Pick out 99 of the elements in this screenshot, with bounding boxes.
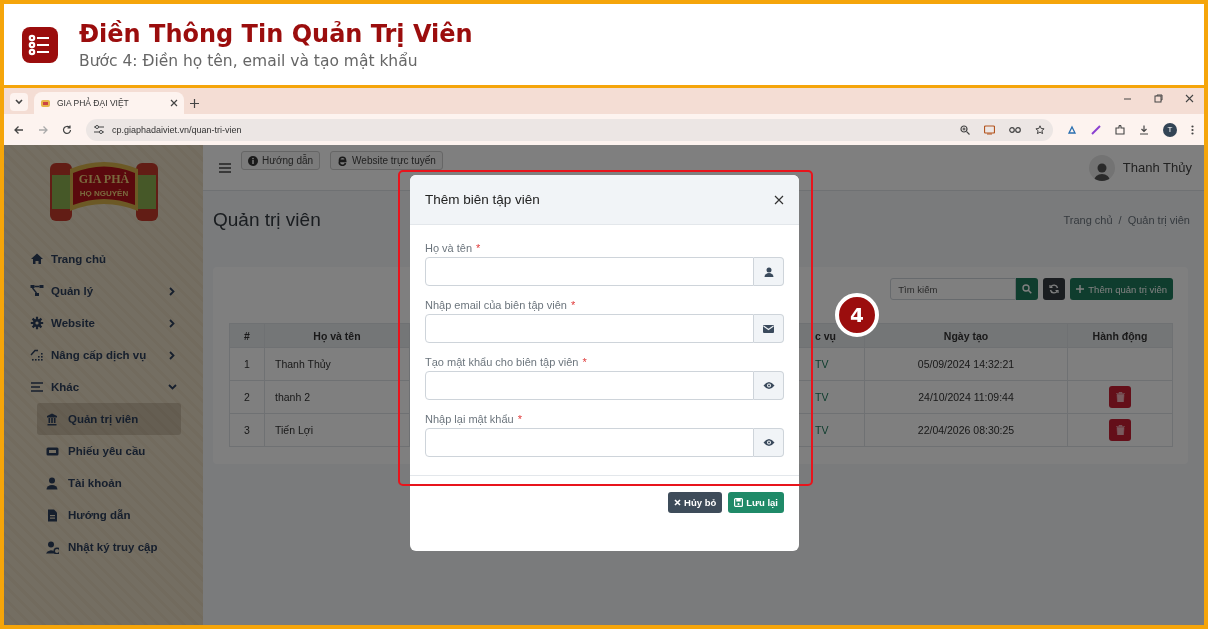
required-mark: *: [582, 356, 587, 368]
sidebar-item[interactable]: Nâng cấp dịch vụ: [4, 339, 203, 371]
pen-icon[interactable]: [1091, 124, 1101, 135]
table-cell: 1: [229, 347, 265, 381]
close-icon[interactable]: [1185, 94, 1194, 103]
restore-icon[interactable]: [1154, 94, 1163, 103]
eye-icon[interactable]: [762, 438, 775, 447]
save-icon: [734, 498, 744, 507]
close-icon: [674, 499, 682, 506]
breadcrumb-separator: /: [1118, 214, 1122, 226]
sidebar-subitem[interactable]: Hướng dẫn: [37, 499, 181, 531]
page-title: Quản trị viên: [213, 209, 321, 231]
site-settings-icon[interactable]: [94, 125, 104, 134]
tutorial-subtitle: Bước 4: Điền họ tên, email và tạo mật khẩu: [79, 50, 419, 71]
sidebar-subitem[interactable]: Nhật ký truy cập: [37, 531, 181, 563]
address-bar[interactable]: cp.giaphadaiviet.vn/quan-tri-vien: [86, 118, 1053, 141]
modal-title: Thêm biên tập viên: [425, 192, 540, 207]
column-header: #: [229, 323, 265, 348]
reload-icon[interactable]: [62, 124, 72, 135]
column-header: Họ và tên: [264, 323, 410, 348]
required-mark: *: [476, 242, 481, 254]
sidebar-item[interactable]: Trang chủ: [4, 243, 203, 275]
puzzle-icon[interactable]: [1115, 124, 1125, 135]
user-clock-icon: [46, 540, 59, 554]
field-label: Nhập email của biên tập viên: [425, 299, 567, 311]
required-mark: *: [570, 299, 576, 311]
required-mark: *: [517, 413, 522, 425]
trash-icon: [1115, 425, 1125, 435]
sidebar-subitem[interactable]: Phiếu yêu cầu: [37, 435, 181, 467]
envelope-icon: [763, 324, 774, 333]
list-icon: [22, 26, 58, 63]
table-cell: 2: [229, 380, 265, 414]
tab-title: GIA PHẢ ĐẠI VIỆT: [57, 98, 130, 108]
add-admin-button[interactable]: Thêm quản trị viên: [1070, 278, 1173, 300]
home-icon: [30, 252, 44, 266]
refresh-icon: [1049, 284, 1060, 294]
table-cell: 3: [229, 413, 265, 447]
table-cell: 05/09/2024 14:32:21: [864, 347, 1068, 381]
plus-icon: [1076, 285, 1085, 293]
table-cell: 22/04/2026 08:30:25: [864, 413, 1068, 447]
sidebar-item[interactable]: Website: [4, 307, 203, 339]
table-cell: 24/10/2024 11:09:44: [864, 380, 1068, 414]
cancel-button[interactable]: Hủy bỏ: [668, 492, 723, 513]
user-icon: [763, 266, 774, 277]
column-header: Hành động: [1067, 323, 1173, 348]
column-header: Ngày tạo: [864, 323, 1068, 348]
logo-subtitle: HỌ NGUYỄN: [79, 189, 128, 198]
download-icon[interactable]: [1139, 124, 1149, 135]
close-icon[interactable]: [170, 99, 178, 107]
refresh-button[interactable]: [1043, 278, 1066, 300]
input-field[interactable]: [425, 371, 754, 400]
new-tab-icon[interactable]: [190, 99, 199, 108]
url-text: cp.giaphadaiviet.vn/quan-tri-vien: [112, 124, 243, 135]
search-button[interactable]: [1016, 278, 1039, 300]
table-cell: thanh 2: [264, 380, 410, 414]
table-cell: Tiến Lợi: [264, 413, 410, 447]
bank-icon: [46, 412, 59, 426]
browser-tab[interactable]: GIA PHẢ ĐẠI VIỆT: [34, 92, 184, 114]
profile-avatar[interactable]: T: [1163, 122, 1177, 137]
tab-list-button[interactable]: [10, 93, 28, 111]
show-password-button[interactable]: [754, 371, 784, 400]
save-button[interactable]: Lưu lại: [728, 492, 784, 513]
user-avatar-icon[interactable]: [1088, 154, 1115, 181]
input-field[interactable]: [425, 257, 754, 286]
field-label: Nhập lại mật khẩu: [425, 413, 514, 425]
table-cell: Thanh Thủy: [264, 347, 410, 381]
gear-icon: [30, 316, 44, 330]
search-field[interactable]: Tìm kiếm: [890, 278, 1017, 300]
star-icon[interactable]: [1035, 124, 1045, 135]
input-field[interactable]: [425, 314, 754, 343]
logo-title: GIA PHẢ: [78, 172, 129, 186]
toolbar-button[interactable]: Hướng dẫn: [241, 151, 321, 170]
eye-icon[interactable]: [762, 381, 775, 390]
input-field[interactable]: [425, 428, 754, 457]
user-icon: [46, 476, 59, 490]
breadcrumb-link[interactable]: Trang chủ: [1063, 214, 1113, 226]
sidebar-item[interactable]: Quản lý: [4, 275, 203, 307]
show-password-button[interactable]: [754, 428, 784, 457]
user-name[interactable]: Thanh Thủy: [1122, 160, 1192, 175]
field-label: Họ và tên: [425, 242, 473, 254]
trash-icon: [1115, 392, 1125, 402]
menu-icon[interactable]: [1191, 124, 1194, 135]
field-label: Tạo mật khẩu cho biên tập viên: [425, 356, 579, 368]
back-icon[interactable]: [14, 124, 24, 135]
toolbar-button[interactable]: Website trực tuyến: [330, 151, 443, 170]
sitemap-icon: [30, 284, 44, 298]
search-icon: [1022, 284, 1033, 294]
scroll-icon: [40, 97, 51, 109]
browser-e-icon: [337, 155, 349, 166]
zoom-icon[interactable]: [960, 124, 970, 135]
document-icon: [46, 508, 59, 522]
close-icon[interactable]: [774, 194, 784, 205]
chart-icon: [30, 348, 44, 362]
chevron-down-icon: [15, 99, 23, 105]
tutorial-title: Điền Thông Tin Quản Trị Viên: [79, 18, 473, 49]
lines-icon: [30, 380, 44, 394]
sidebar-subitem[interactable]: Tài khoản: [37, 467, 181, 499]
info-icon: [248, 155, 258, 166]
sidebar-item[interactable]: Khác: [4, 371, 203, 403]
